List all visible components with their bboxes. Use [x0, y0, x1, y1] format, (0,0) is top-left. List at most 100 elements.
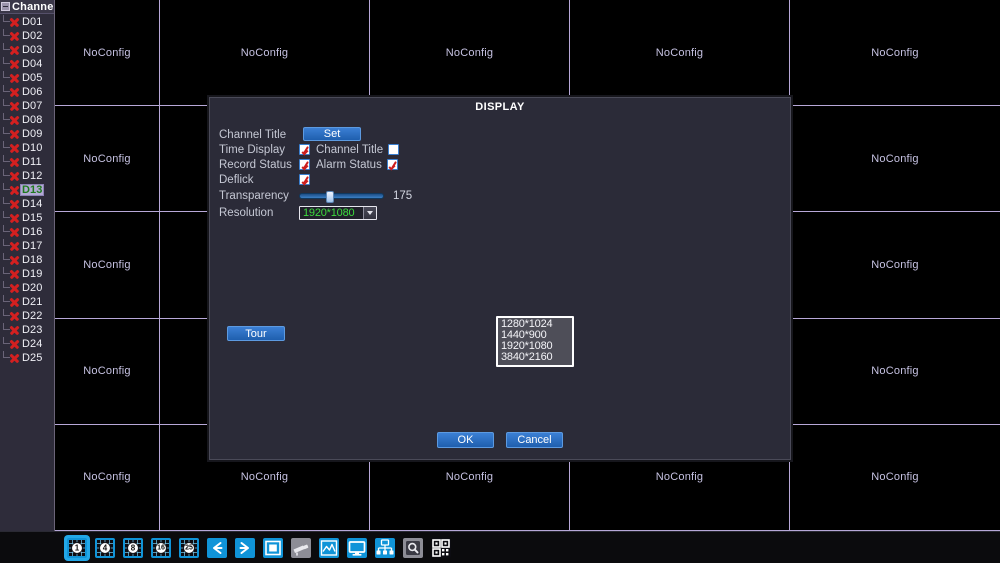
channel-item-d18[interactable]: D18	[0, 253, 54, 267]
red-x-icon[interactable]	[9, 325, 20, 336]
channel-item-d04[interactable]: D04	[0, 57, 54, 71]
channel-item-d05[interactable]: D05	[0, 71, 54, 85]
video-cell[interactable]: NoConfig	[55, 212, 160, 319]
channel-item-d10[interactable]: D10	[0, 141, 54, 155]
video-cell[interactable]: NoConfig	[55, 106, 160, 213]
channel-item-d13[interactable]: D13	[0, 183, 54, 197]
channel-item-d15[interactable]: D15	[0, 211, 54, 225]
channel-title-checkbox[interactable]	[388, 144, 400, 155]
chart-button[interactable]	[318, 537, 340, 559]
red-x-icon[interactable]	[9, 339, 20, 350]
view-8-button[interactable]: 8	[122, 537, 144, 559]
channel-item-label: D19	[22, 268, 43, 280]
view-16-button[interactable]: 16	[150, 537, 172, 559]
grid-16-icon: 16	[150, 537, 172, 559]
network-button[interactable]	[374, 537, 396, 559]
set-button[interactable]: Set	[303, 127, 361, 141]
red-x-icon[interactable]	[9, 143, 20, 154]
channel-item-d23[interactable]: D23	[0, 323, 54, 337]
channel-item-d16[interactable]: D16	[0, 225, 54, 239]
red-x-icon[interactable]	[9, 87, 20, 98]
resolution-option[interactable]: 3840*2160	[498, 352, 572, 363]
chevron-down-icon[interactable]	[363, 206, 376, 219]
channel-item-d08[interactable]: D08	[0, 113, 54, 127]
red-x-icon[interactable]	[9, 101, 20, 112]
channel-item-d11[interactable]: D11	[0, 155, 54, 169]
monitor-button[interactable]	[346, 537, 368, 559]
channel-item-d22[interactable]: D22	[0, 309, 54, 323]
channel-item-d12[interactable]: D12	[0, 169, 54, 183]
channel-item-label: D16	[22, 226, 43, 238]
video-cell[interactable]: NoConfig	[55, 0, 160, 107]
red-x-icon[interactable]	[9, 311, 20, 322]
channel-item-d03[interactable]: D03	[0, 43, 54, 57]
video-cell[interactable]: NoConfig	[790, 106, 1000, 213]
tour-button[interactable]: Tour	[227, 326, 285, 341]
red-x-icon[interactable]	[9, 129, 20, 140]
channel-item-d21[interactable]: D21	[0, 295, 54, 309]
record-status-checkbox[interactable]	[299, 159, 310, 170]
channel-item-d17[interactable]: D17	[0, 239, 54, 253]
channel-item-d14[interactable]: D14	[0, 197, 54, 211]
red-x-icon[interactable]	[9, 255, 20, 266]
row-time-display: Time Display Channel Title	[219, 142, 639, 157]
video-cell[interactable]: NoConfig	[55, 318, 160, 425]
pip-button[interactable]	[262, 537, 284, 559]
channel-tree-header[interactable]: Channel	[0, 0, 54, 14]
channel-item-d20[interactable]: D20	[0, 281, 54, 295]
view-4-button[interactable]: 4	[94, 537, 116, 559]
view-1-button[interactable]: 1	[66, 536, 88, 559]
resolution-option-list[interactable]: 1280*1024 1440*900 1920*1080 3840*2160	[496, 316, 574, 367]
channel-item-d25[interactable]: D25	[0, 351, 54, 365]
red-x-icon[interactable]	[9, 269, 20, 280]
time-display-checkbox[interactable]	[299, 144, 310, 155]
next-button[interactable]	[234, 537, 256, 559]
alarm-status-checkbox[interactable]	[386, 159, 398, 170]
red-x-icon[interactable]	[9, 45, 20, 56]
red-x-icon[interactable]	[9, 31, 20, 42]
resolution-select[interactable]: 1920*1080	[299, 205, 377, 220]
red-x-icon[interactable]	[9, 73, 20, 84]
tree-collapse-box-icon[interactable]	[1, 2, 10, 11]
video-cell[interactable]: NoConfig	[370, 0, 570, 107]
channel-item-d24[interactable]: D24	[0, 337, 54, 351]
red-x-icon[interactable]	[9, 353, 20, 364]
previous-button[interactable]	[206, 537, 228, 559]
red-x-icon[interactable]	[9, 297, 20, 308]
disk-button[interactable]	[402, 537, 424, 559]
red-x-icon[interactable]	[9, 157, 20, 168]
red-x-icon[interactable]	[9, 171, 20, 182]
video-cell[interactable]: NoConfig	[790, 0, 1000, 107]
channel-item-d09[interactable]: D09	[0, 127, 54, 141]
red-x-icon[interactable]	[9, 17, 20, 28]
channel-item-d19[interactable]: D19	[0, 267, 54, 281]
transparency-slider[interactable]	[299, 190, 384, 203]
channel-item-d07[interactable]: D07	[0, 99, 54, 113]
video-cell[interactable]: NoConfig	[790, 318, 1000, 425]
transparency-value: 175	[393, 189, 413, 202]
video-cell[interactable]: NoConfig	[160, 0, 370, 107]
red-x-icon[interactable]	[9, 185, 20, 196]
red-x-icon[interactable]	[9, 227, 20, 238]
deflick-checkbox[interactable]	[299, 174, 310, 185]
red-x-icon[interactable]	[9, 199, 20, 210]
video-cell-label: NoConfig	[83, 258, 131, 271]
camera-button[interactable]	[290, 537, 312, 559]
transparency-slider-thumb[interactable]	[325, 190, 334, 203]
red-x-icon[interactable]	[9, 59, 20, 70]
red-x-icon[interactable]	[9, 115, 20, 126]
video-cell[interactable]: NoConfig	[790, 424, 1000, 531]
view-25-button[interactable]: 25	[178, 537, 200, 559]
video-cell[interactable]: NoConfig	[55, 424, 160, 531]
qrcode-button[interactable]	[430, 537, 452, 559]
red-x-icon[interactable]	[9, 283, 20, 294]
channel-item-d02[interactable]: D02	[0, 29, 54, 43]
channel-item-d06[interactable]: D06	[0, 85, 54, 99]
video-cell[interactable]: NoConfig	[570, 0, 790, 107]
red-x-icon[interactable]	[9, 241, 20, 252]
red-x-icon[interactable]	[9, 213, 20, 224]
cancel-button[interactable]: Cancel	[506, 432, 563, 448]
ok-button[interactable]: OK	[437, 432, 494, 448]
channel-item-d01[interactable]: D01	[0, 15, 54, 29]
video-cell[interactable]: NoConfig	[790, 212, 1000, 319]
